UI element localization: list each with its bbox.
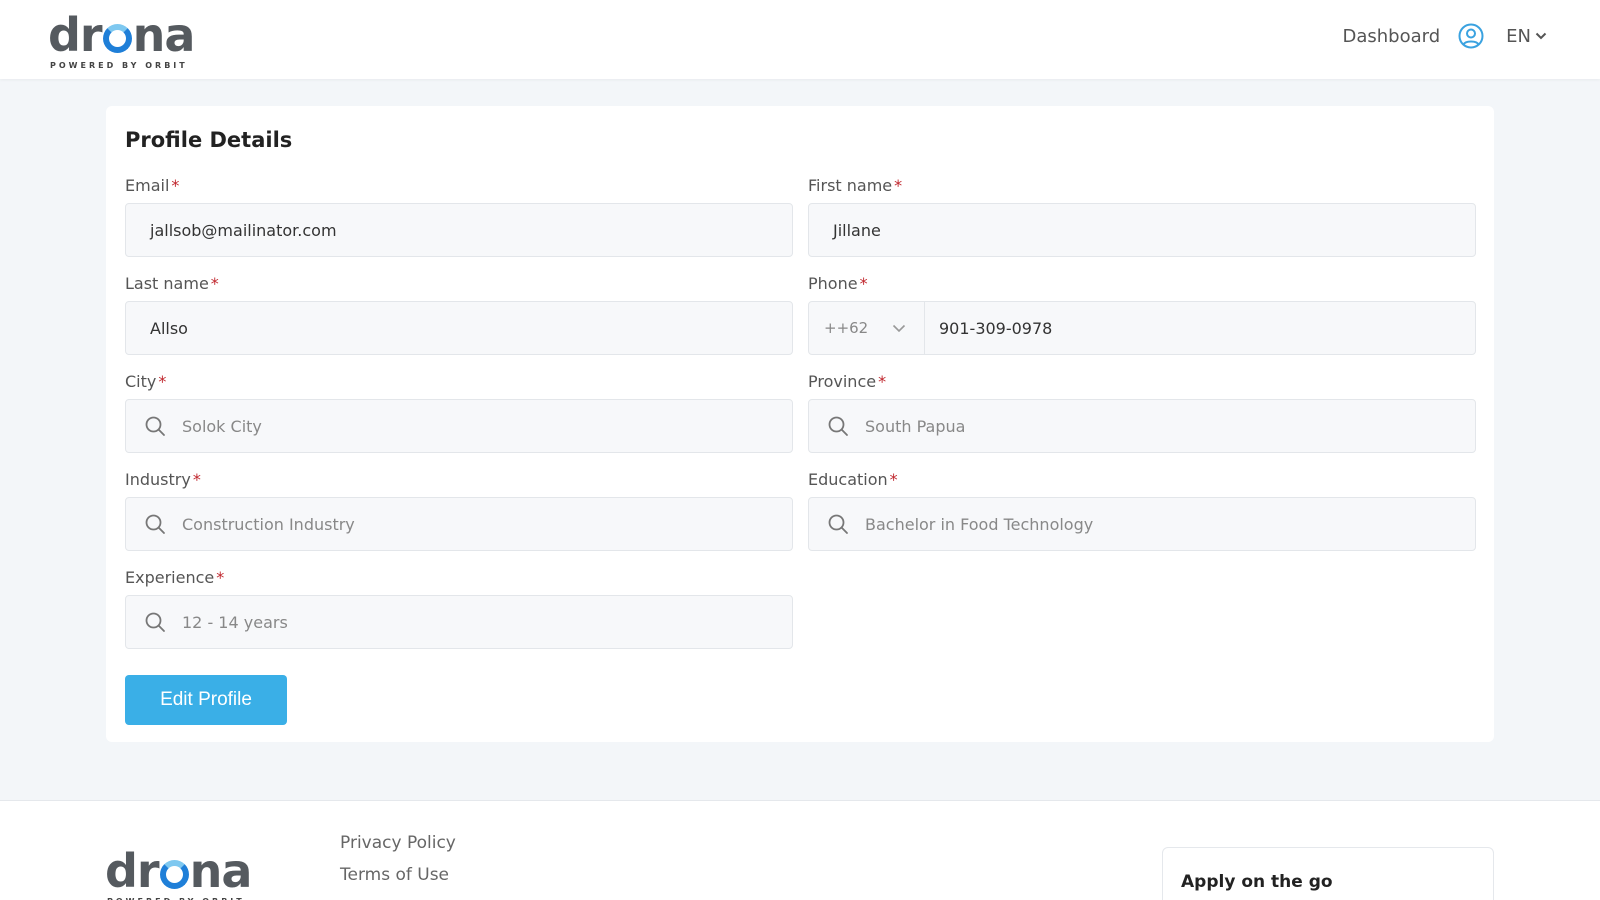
dashboard-link[interactable]: Dashboard <box>1343 26 1441 47</box>
chevron-down-icon <box>1535 32 1547 40</box>
province-label: Province <box>808 372 877 391</box>
logo-o-mark-icon <box>159 859 189 889</box>
top-header: dr na POWERED BY ORBIT Dashboard EN <box>0 0 1600 79</box>
first-name-value: Jillane <box>833 220 881 240</box>
city-label: City <box>125 372 157 391</box>
language-label: EN <box>1506 25 1531 47</box>
education-field-group: Education * Bachelor in Food Technology <box>808 470 1476 551</box>
search-icon <box>145 514 165 534</box>
language-selector[interactable]: EN <box>1506 26 1547 47</box>
required-marker: * <box>878 372 887 391</box>
user-account-icon[interactable] <box>1458 23 1484 49</box>
logo-tagline: POWERED BY ORBIT <box>50 61 188 70</box>
province-search-select[interactable]: South Papua <box>808 399 1476 453</box>
required-marker: * <box>210 274 219 293</box>
last-name-field[interactable]: Allso <box>125 301 793 355</box>
phone-label: Phone <box>808 274 858 293</box>
required-marker: * <box>859 274 868 293</box>
apply-on-the-go-card: Apply on the go <box>1162 847 1494 900</box>
search-icon <box>145 612 165 632</box>
logo-o-mark-icon <box>102 23 132 53</box>
profile-details-card: Profile Details Email * jallsob@mailinato… <box>106 106 1494 742</box>
last-name-label: Last name <box>125 274 209 293</box>
industry-search-select[interactable]: Construction Industry <box>125 497 793 551</box>
city-field-group: City * Solok City <box>125 372 793 453</box>
apply-on-the-go-title: Apply on the go <box>1181 872 1333 892</box>
chevron-down-icon <box>892 324 906 332</box>
terms-of-use-link[interactable]: Terms of Use <box>340 865 449 885</box>
education-value: Bachelor in Food Technology <box>865 514 1094 534</box>
search-icon <box>828 416 848 436</box>
search-icon <box>145 416 165 436</box>
email-field-group: Email * jallsob@mailinator.com <box>125 176 793 257</box>
header-nav: Dashboard EN <box>1343 22 1548 50</box>
industry-label: Industry <box>125 470 191 489</box>
industry-field-group: Industry * Construction Industry <box>125 470 793 551</box>
phone-field: ++62 901-309-0978 <box>808 301 1476 355</box>
last-name-field-group: Last name * Allso <box>125 274 793 355</box>
email-value: jallsob@mailinator.com <box>150 220 337 240</box>
education-search-select[interactable]: Bachelor in Food Technology <box>808 497 1476 551</box>
phone-field-group: Phone * ++62 901-309-0978 <box>808 274 1476 355</box>
province-field-group: Province * South Papua <box>808 372 1476 453</box>
email-field[interactable]: jallsob@mailinator.com <box>125 203 793 257</box>
privacy-policy-link[interactable]: Privacy Policy <box>340 833 456 853</box>
email-label: Email <box>125 176 170 195</box>
first-name-field[interactable]: Jillane <box>808 203 1476 257</box>
city-search-select[interactable]: Solok City <box>125 399 793 453</box>
footer-drona-logo[interactable]: drna POWERED BY ORBIT <box>105 844 253 900</box>
logo-text-suffix: na <box>189 844 253 898</box>
industry-value: Construction Industry <box>182 514 355 534</box>
required-marker: * <box>889 470 898 489</box>
first-name-label: First name <box>808 176 893 195</box>
education-label: Education <box>808 470 888 489</box>
required-marker: * <box>192 470 201 489</box>
required-marker: * <box>171 176 180 195</box>
city-value: Solok City <box>182 416 262 436</box>
experience-value: 12 - 14 years <box>182 612 288 632</box>
drona-logo[interactable]: dr na POWERED BY ORBIT <box>48 8 196 70</box>
last-name-value: Allso <box>150 318 188 338</box>
logo-text-prefix: dr <box>105 844 160 898</box>
logo-text-prefix: dr <box>48 8 103 62</box>
required-marker: * <box>894 176 903 195</box>
page-footer: drna POWERED BY ORBIT Privacy Policy Ter… <box>0 800 1600 900</box>
province-value: South Papua <box>865 416 966 436</box>
phone-number-input[interactable]: 901-309-0978 <box>925 319 1052 338</box>
country-code-select[interactable]: ++62 <box>809 302 925 354</box>
required-marker: * <box>216 568 225 587</box>
page-title: Profile Details <box>125 128 293 152</box>
experience-search-select[interactable]: 12 - 14 years <box>125 595 793 649</box>
required-marker: * <box>158 372 167 391</box>
experience-field-group: Experience * 12 - 14 years <box>125 568 793 649</box>
edit-profile-button[interactable]: Edit Profile <box>125 675 287 725</box>
experience-label: Experience <box>125 568 215 587</box>
search-icon <box>828 514 848 534</box>
logo-text-suffix: na <box>132 8 196 62</box>
first-name-field-group: First name * Jillane <box>808 176 1476 257</box>
country-code-value: ++62 <box>824 319 869 337</box>
